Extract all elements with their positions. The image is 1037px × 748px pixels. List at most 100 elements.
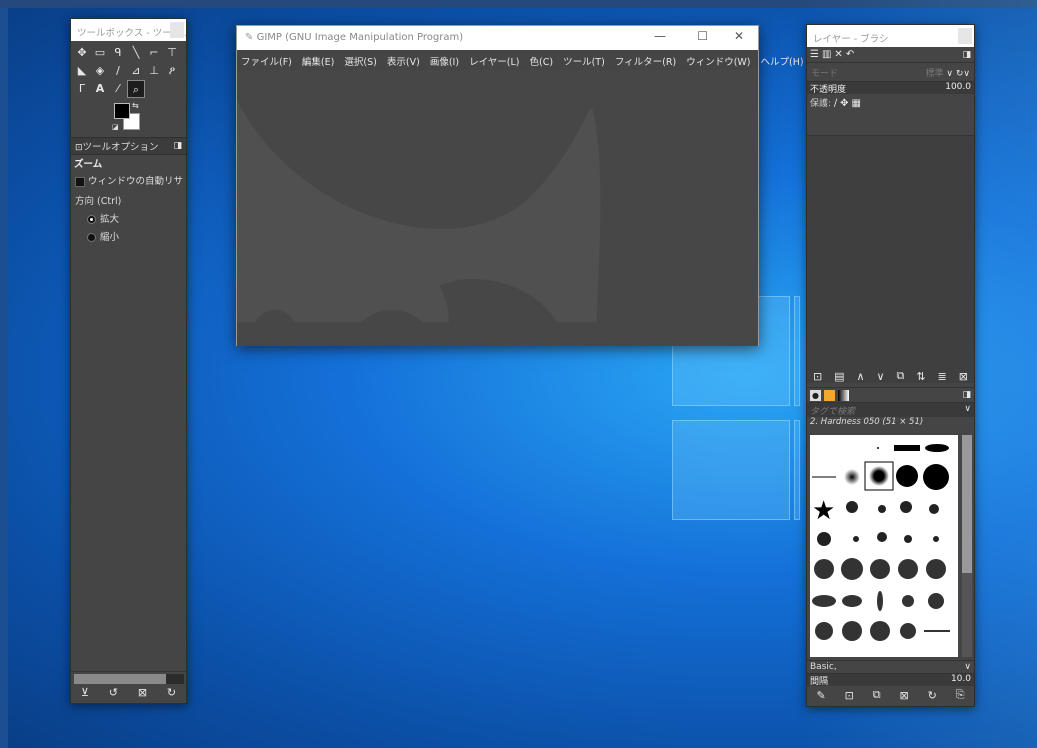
- spacing-slider[interactable]: 間隔 10.0: [807, 674, 974, 687]
- main-titlebar[interactable]: ✎ GIMP (GNU Image Manipulation Program) …: [237, 26, 758, 50]
- warp-tool-icon[interactable]: ◣: [73, 62, 91, 80]
- brush-thumbnail[interactable]: [929, 504, 939, 514]
- brush-thumbnail[interactable]: [928, 593, 944, 609]
- menu-edit[interactable]: 編集(E): [302, 57, 334, 68]
- rect-select-tool-icon[interactable]: ▭: [91, 44, 109, 62]
- chevron-down-icon[interactable]: ∨: [964, 404, 971, 416]
- fuzzy-select-tool-icon[interactable]: ╲: [127, 44, 145, 62]
- brush-thumbnail[interactable]: [926, 559, 946, 579]
- lower-layer-icon[interactable]: ∨: [877, 370, 885, 383]
- lock-alpha-icon[interactable]: ▦: [851, 98, 860, 109]
- raise-layer-icon[interactable]: ∧: [857, 370, 865, 383]
- tab-menu-icon[interactable]: ◨: [962, 50, 971, 60]
- brush-thumbnail[interactable]: [923, 464, 949, 490]
- open-brush-icon[interactable]: ⎘: [956, 688, 965, 702]
- brush-thumbnail[interactable]: [877, 591, 883, 611]
- brush-thumbnail[interactable]: [896, 465, 918, 487]
- brush-thumbnail[interactable]: [900, 501, 912, 513]
- crop-tool-icon[interactable]: ⌐: [145, 44, 163, 62]
- brush-thumbnail[interactable]: [846, 501, 858, 513]
- paths-tab-icon[interactable]: ✕: [834, 49, 842, 60]
- menu-image[interactable]: 画像(I): [430, 57, 459, 68]
- empty-canvas[interactable]: [237, 70, 758, 346]
- brush-thumbnail[interactable]: [904, 535, 912, 543]
- tool-options-tab[interactable]: ⊡ツールオプション ◨: [71, 137, 186, 155]
- minimize-icon[interactable]: —: [654, 29, 666, 43]
- edit-brush-icon[interactable]: ✎: [816, 689, 825, 702]
- zoom-tool-icon[interactable]: ⌕: [127, 80, 145, 98]
- foreground-color-swatch[interactable]: [114, 103, 130, 119]
- color-picker-tool-icon[interactable]: ⁄: [109, 80, 127, 98]
- duplicate-layer-icon[interactable]: ⧉: [897, 369, 905, 383]
- new-layer-icon[interactable]: ⊡: [813, 370, 822, 383]
- spacing-value[interactable]: 10.0: [951, 674, 971, 686]
- layer-list[interactable]: [807, 135, 974, 383]
- brush-thumbnail[interactable]: [869, 466, 889, 486]
- brush-thumbnail[interactable]: [812, 595, 836, 607]
- dock-titlebar[interactable]: レイヤー - ブラシ: [807, 25, 974, 47]
- save-options-icon[interactable]: ⊻: [81, 686, 89, 699]
- brush-grid[interactable]: ★: [810, 435, 958, 657]
- undo-history-tab-icon[interactable]: ↶: [846, 49, 854, 60]
- layers-tab-icon[interactable]: ☰: [810, 49, 819, 60]
- brush-thumbnail[interactable]: [814, 559, 834, 579]
- brush-thumbnail[interactable]: [870, 621, 890, 641]
- auto-resize-checkbox[interactable]: [75, 176, 85, 187]
- dock-close-button[interactable]: [958, 28, 972, 44]
- zoom-out-radio[interactable]: [87, 233, 96, 242]
- toolbox-titlebar[interactable]: ツールボックス - ツール...: [71, 19, 186, 41]
- brush-thumbnail[interactable]: ★: [812, 496, 835, 526]
- zoom-out-option[interactable]: 縮小: [71, 227, 186, 245]
- bucket-fill-tool-icon[interactable]: ◈: [91, 62, 109, 80]
- lasso-tool-icon[interactable]: ᑫ: [109, 44, 127, 62]
- menu-layer[interactable]: レイヤー(L): [469, 57, 519, 68]
- delete-options-icon[interactable]: ⊠: [138, 686, 147, 699]
- brush-thumbnail[interactable]: [844, 469, 860, 485]
- menu-windows[interactable]: ウィンドウ(W): [686, 57, 750, 68]
- brush-set-select[interactable]: Basic, ∨: [807, 660, 974, 674]
- mode-reset-icon[interactable]: ↻∨: [956, 69, 970, 79]
- brush-thumbnail[interactable]: [878, 505, 886, 513]
- brush-thumbnail[interactable]: [894, 445, 920, 451]
- brush-thumbnail[interactable]: [841, 558, 863, 580]
- transform-tool-icon[interactable]: ⊤: [163, 44, 181, 62]
- brush-thumbnail[interactable]: [853, 536, 859, 542]
- reset-options-icon[interactable]: ↻: [167, 686, 176, 699]
- mode-row[interactable]: モード 標準 ∨ ↻∨: [807, 63, 974, 82]
- restore-options-icon[interactable]: ↺: [109, 686, 118, 699]
- brush-thumbnail[interactable]: [902, 595, 914, 607]
- brush-scrollbar-thumb[interactable]: [962, 435, 972, 573]
- delete-brush-icon[interactable]: ⊠: [899, 689, 908, 702]
- brush-thumbnail[interactable]: [842, 621, 862, 641]
- merge-layer-icon[interactable]: ≣: [938, 370, 947, 383]
- clone-tool-icon[interactable]: ⊥: [145, 62, 163, 80]
- refresh-brushes-icon[interactable]: ↻: [928, 689, 937, 702]
- auto-resize-option[interactable]: ウィンドウの自動リサ: [71, 171, 186, 189]
- opacity-value[interactable]: 100.0: [945, 82, 971, 94]
- menu-view[interactable]: 表示(V): [387, 57, 420, 68]
- menu-tools[interactable]: ツール(T): [563, 57, 605, 68]
- menu-colors[interactable]: 色(C): [530, 57, 554, 68]
- text-tool-icon[interactable]: A: [91, 80, 109, 98]
- menu-filters[interactable]: フィルター(R): [615, 57, 676, 68]
- anchor-layer-icon[interactable]: ⇅: [916, 370, 925, 383]
- horizontal-scrollbar[interactable]: [74, 674, 184, 684]
- brush-thumbnail[interactable]: [900, 623, 916, 639]
- brush-thumbnail[interactable]: [933, 536, 939, 542]
- brush-scrollbar[interactable]: [962, 435, 972, 657]
- menu-select[interactable]: 選択(S): [344, 57, 376, 68]
- maximize-icon[interactable]: ☐: [697, 29, 708, 43]
- tab-menu-icon[interactable]: ◨: [173, 141, 182, 151]
- scrollbar-thumb[interactable]: [74, 674, 166, 684]
- paintbrush-tool-icon[interactable]: ∕: [109, 62, 127, 80]
- lock-position-icon[interactable]: ✥: [840, 98, 848, 109]
- eraser-tool-icon[interactable]: ⊿: [127, 62, 145, 80]
- new-layer-group-icon[interactable]: ▤: [834, 370, 844, 383]
- duplicate-brush-icon[interactable]: ⧉: [873, 688, 881, 702]
- lock-pixels-icon[interactable]: ∕: [834, 98, 837, 109]
- brush-thumbnail[interactable]: [842, 595, 862, 607]
- menu-file[interactable]: ファイル(F): [241, 57, 292, 68]
- zoom-in-option[interactable]: 拡大: [71, 209, 186, 227]
- menu-help[interactable]: ヘルプ(H): [761, 57, 804, 68]
- close-icon[interactable]: ✕: [734, 29, 744, 43]
